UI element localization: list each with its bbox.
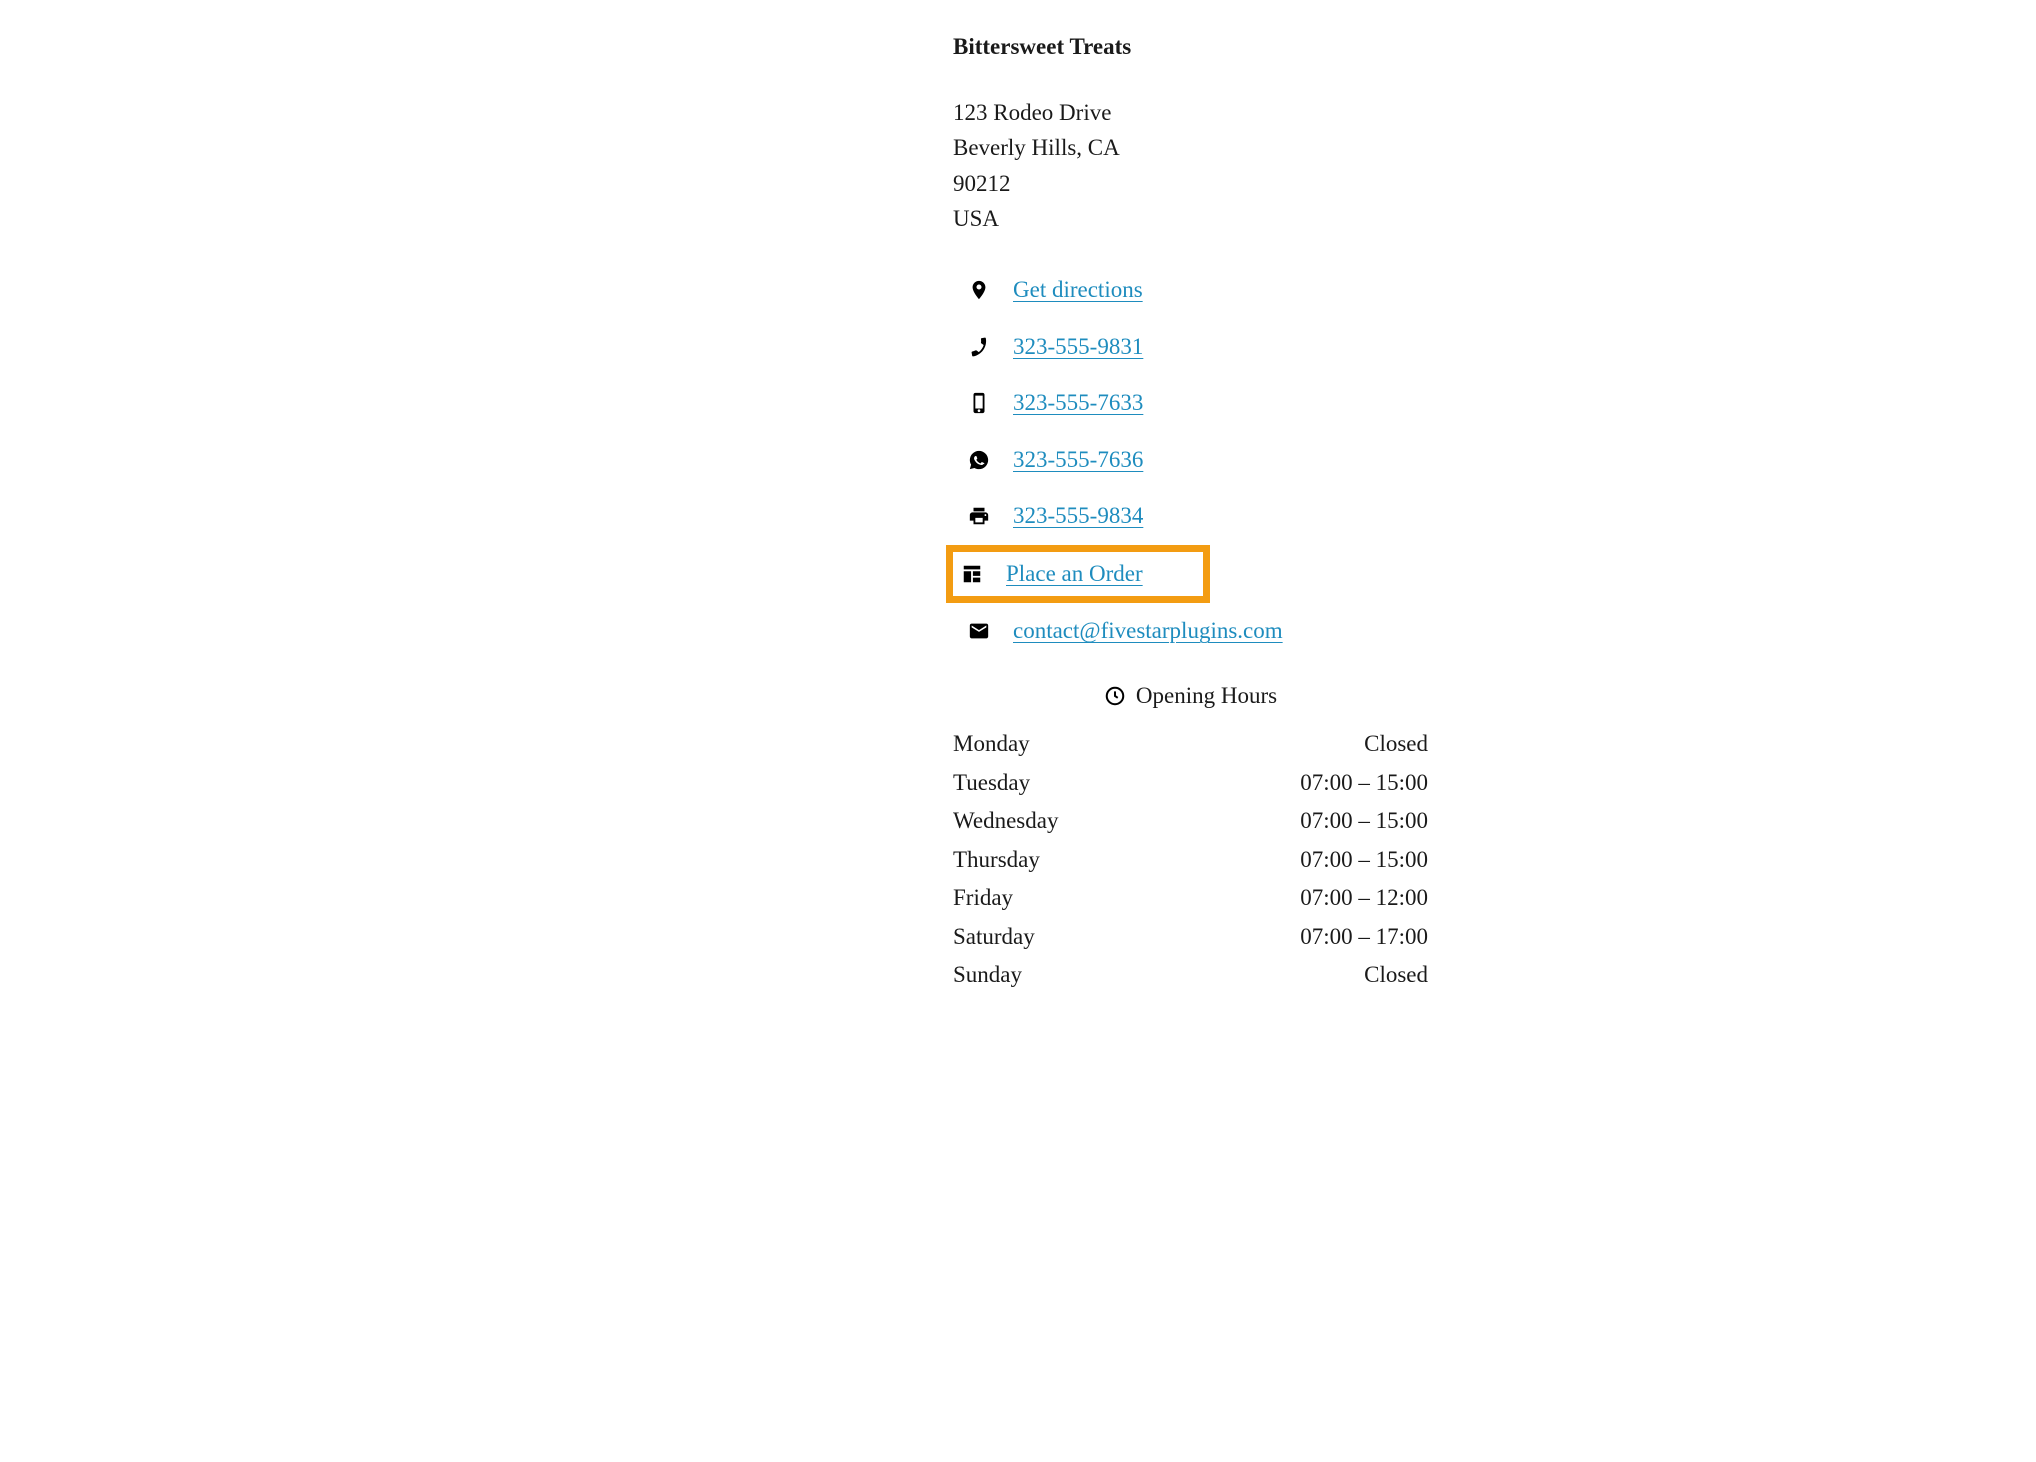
- hours-time: 07:00 – 17:00: [1300, 920, 1428, 955]
- hours-row: Wednesday 07:00 – 15:00: [953, 802, 1428, 841]
- hours-day: Monday: [953, 727, 1364, 762]
- hours-row: Tuesday 07:00 – 15:00: [953, 764, 1428, 803]
- hours-day: Sunday: [953, 958, 1364, 993]
- hours-day: Friday: [953, 881, 1300, 916]
- hours-row: Monday Closed: [953, 725, 1428, 764]
- hours-time: 07:00 – 15:00: [1300, 766, 1428, 801]
- contact-phone: 323-555-9831: [953, 320, 1428, 375]
- hours-time: Closed: [1364, 958, 1428, 993]
- hours-time: 07:00 – 12:00: [1300, 881, 1428, 916]
- hours-day: Saturday: [953, 920, 1300, 955]
- business-card: Bittersweet Treats 123 Rodeo Drive Bever…: [568, 0, 1468, 1035]
- hours-row: Sunday Closed: [953, 956, 1428, 995]
- hours-day: Wednesday: [953, 804, 1300, 839]
- contact-mobile: 323-555-7633: [953, 376, 1428, 431]
- business-name: Bittersweet Treats: [953, 30, 1428, 65]
- mobile-link[interactable]: 323-555-7633: [1013, 386, 1143, 421]
- phone-link[interactable]: 323-555-9831: [1013, 330, 1143, 365]
- hours-row: Saturday 07:00 – 17:00: [953, 918, 1428, 957]
- contact-whatsapp: 323-555-7636: [953, 433, 1428, 488]
- hours-day: Thursday: [953, 843, 1300, 878]
- address-line2: Beverly Hills, CA: [953, 130, 1428, 166]
- order-form-icon: [960, 562, 984, 586]
- hours-row: Friday 07:00 – 12:00: [953, 879, 1428, 918]
- contact-directions: Get directions: [953, 263, 1428, 318]
- hours-time: 07:00 – 15:00: [1300, 843, 1428, 878]
- hours-day: Tuesday: [953, 766, 1300, 801]
- hours-heading-text: Opening Hours: [1136, 679, 1277, 714]
- email-link[interactable]: contact@fivestarplugins.com: [1013, 614, 1283, 649]
- address-postal: 90212: [953, 166, 1428, 202]
- business-address: 123 Rodeo Drive Beverly Hills, CA 90212 …: [953, 95, 1428, 238]
- whatsapp-link[interactable]: 323-555-7636: [1013, 443, 1143, 478]
- order-link[interactable]: Place an Order: [1006, 557, 1143, 592]
- hours-time: 07:00 – 15:00: [1300, 804, 1428, 839]
- directions-link[interactable]: Get directions: [1013, 273, 1143, 308]
- whatsapp-icon: [967, 448, 991, 472]
- address-country: USA: [953, 201, 1428, 237]
- mobile-icon: [967, 391, 991, 415]
- map-pin-icon: [967, 278, 991, 302]
- hours-header: Opening Hours: [953, 679, 1428, 714]
- address-line1: 123 Rodeo Drive: [953, 95, 1428, 131]
- fax-icon: [967, 504, 991, 528]
- opening-hours: Opening Hours Monday Closed Tuesday 07:0…: [953, 679, 1428, 995]
- fax-link[interactable]: 323-555-9834: [1013, 499, 1143, 534]
- contact-list: Get directions 323-555-9831 323-555-7633…: [953, 263, 1428, 659]
- phone-icon: [967, 335, 991, 359]
- clock-icon: [1104, 685, 1126, 707]
- email-icon: [967, 619, 991, 643]
- contact-fax: 323-555-9834: [953, 489, 1428, 544]
- hours-row: Thursday 07:00 – 15:00: [953, 841, 1428, 880]
- contact-email: contact@fivestarplugins.com: [953, 604, 1428, 659]
- hours-time: Closed: [1364, 727, 1428, 762]
- contact-order: Place an Order: [946, 545, 1210, 604]
